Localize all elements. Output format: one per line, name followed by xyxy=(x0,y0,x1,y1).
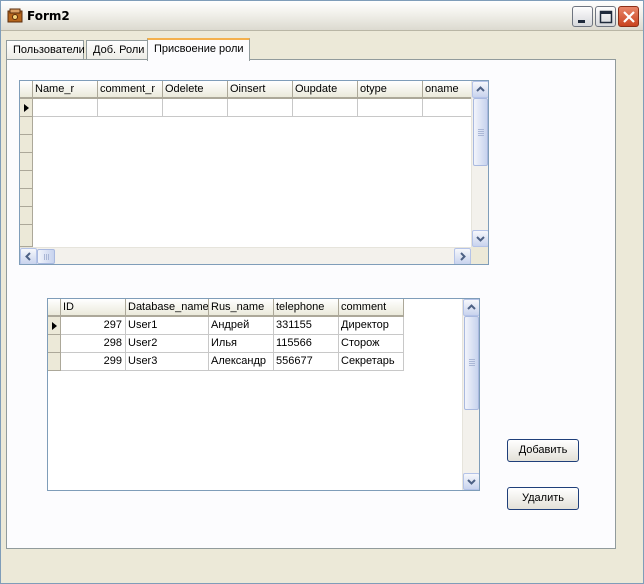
close-icon xyxy=(623,11,635,23)
tab-page-assign-role: Name_r comment_r Odelete Oinsert Oupdate… xyxy=(6,59,616,549)
grid-cell-comment[interactable]: Секретарь xyxy=(339,353,404,371)
row-indicator xyxy=(20,135,33,153)
users-grid-header: ID Database_name Rus_name telephone comm… xyxy=(48,299,408,317)
grid-cell[interactable] xyxy=(33,99,98,117)
roles-grid-header: Name_r comment_r Odelete Oinsert Oupdate… xyxy=(20,81,475,99)
scroll-right-button[interactable] xyxy=(454,248,471,264)
scroll-thumb[interactable] xyxy=(473,98,488,166)
grid-cell[interactable] xyxy=(293,99,358,117)
scroll-down-button[interactable] xyxy=(472,230,488,247)
grid-cell-comment[interactable]: Директор xyxy=(339,317,404,335)
column-header[interactable]: otype xyxy=(358,81,423,99)
scroll-thumb[interactable] xyxy=(464,316,479,410)
tab-label: Присвоение роли xyxy=(154,43,244,55)
tab-add-roles[interactable]: Доб. Роли xyxy=(86,40,148,60)
grid-cell-database-name[interactable]: User3 xyxy=(126,353,209,371)
table-row[interactable]: 297 User1 Андрей 331155 Директор xyxy=(48,317,404,335)
users-grid[interactable]: ID Database_name Rus_name telephone comm… xyxy=(47,298,480,491)
column-header[interactable]: comment xyxy=(339,299,404,317)
grid-cell-telephone[interactable]: 115566 xyxy=(274,335,339,353)
row-indicator[interactable] xyxy=(48,353,61,371)
arrow-up-icon xyxy=(476,86,485,92)
table-row[interactable] xyxy=(20,99,475,117)
grid-cell[interactable] xyxy=(163,99,228,117)
grid-cell-database-name[interactable]: User2 xyxy=(126,335,209,353)
column-header[interactable]: Odelete xyxy=(163,81,228,99)
current-row-arrow-icon xyxy=(24,104,29,112)
row-indicator xyxy=(20,189,33,207)
tab-users[interactable]: Пользователи xyxy=(6,40,85,60)
scroll-thumb[interactable] xyxy=(37,249,55,264)
column-header[interactable]: comment_r xyxy=(98,81,163,99)
form2-window: Form2 Пользователи Доб. Роли Присвоение … xyxy=(0,0,644,584)
column-header[interactable]: Rus_name xyxy=(209,299,274,317)
tab-assign-role[interactable]: Присвоение роли xyxy=(147,38,250,61)
grid-cell-rus-name[interactable]: Александр xyxy=(209,353,274,371)
table-row[interactable]: 298 User2 Илья 115566 Сторож xyxy=(48,335,404,353)
window-title: Form2 xyxy=(27,9,70,23)
tab-label: Пользователи xyxy=(13,44,85,56)
scroll-down-button[interactable] xyxy=(463,473,479,490)
app-icon xyxy=(7,8,23,24)
grid-cell-rus-name[interactable]: Андрей xyxy=(209,317,274,335)
arrow-down-icon xyxy=(467,479,476,485)
grid-cell[interactable] xyxy=(228,99,293,117)
tab-label: Доб. Роли xyxy=(93,44,145,56)
grid-cell-id[interactable]: 299 xyxy=(61,353,126,371)
grid-cell[interactable] xyxy=(358,99,423,117)
column-header[interactable]: Oinsert xyxy=(228,81,293,99)
column-header[interactable]: Name_r xyxy=(33,81,98,99)
maximize-button[interactable] xyxy=(595,6,616,27)
grid-cell-comment[interactable]: Сторож xyxy=(339,335,404,353)
arrow-left-icon xyxy=(25,252,31,261)
row-indicator xyxy=(20,153,33,171)
current-row-arrow-icon xyxy=(52,322,57,330)
row-indicator[interactable] xyxy=(48,317,61,335)
row-indicator xyxy=(20,117,33,135)
grid-cell-id[interactable]: 297 xyxy=(61,317,126,335)
scroll-corner xyxy=(471,247,488,264)
grid-cell-telephone[interactable]: 556677 xyxy=(274,353,339,371)
grid-cell-id[interactable]: 298 xyxy=(61,335,126,353)
vertical-scrollbar[interactable] xyxy=(462,299,479,490)
close-button[interactable] xyxy=(618,6,639,27)
row-indicator[interactable] xyxy=(48,335,61,353)
grid-cell[interactable] xyxy=(423,99,475,117)
grid-cell-telephone[interactable]: 331155 xyxy=(274,317,339,335)
column-header[interactable]: telephone xyxy=(274,299,339,317)
title-bar[interactable]: Form2 xyxy=(1,1,643,31)
scroll-up-button[interactable] xyxy=(472,81,488,98)
row-indicator xyxy=(20,207,33,225)
horizontal-scrollbar[interactable] xyxy=(20,247,471,264)
grid-cell[interactable] xyxy=(98,99,163,117)
minimize-button[interactable] xyxy=(572,6,593,27)
column-header[interactable]: oname xyxy=(423,81,475,99)
scroll-up-button[interactable] xyxy=(463,299,479,316)
column-header[interactable]: ID xyxy=(61,299,126,317)
row-indicator xyxy=(20,171,33,189)
row-indicator[interactable] xyxy=(20,99,33,117)
arrow-up-icon xyxy=(467,304,476,310)
vertical-scrollbar[interactable] xyxy=(471,81,488,247)
scroll-left-button[interactable] xyxy=(20,248,37,264)
grid-cell-rus-name[interactable]: Илья xyxy=(209,335,274,353)
add-button[interactable]: Добавить xyxy=(507,439,579,462)
roles-grid[interactable]: Name_r comment_r Odelete Oinsert Oupdate… xyxy=(19,80,489,265)
arrow-down-icon xyxy=(476,236,485,242)
row-indicator xyxy=(20,225,33,247)
grid-cell-database-name[interactable]: User1 xyxy=(126,317,209,335)
maximize-icon xyxy=(599,10,613,24)
corner-cell xyxy=(20,81,33,99)
table-row[interactable]: 299 User3 Александр 556677 Секретарь xyxy=(48,353,404,371)
column-header[interactable]: Database_name xyxy=(126,299,209,317)
arrow-right-icon xyxy=(460,252,466,261)
minimize-icon xyxy=(578,20,585,23)
column-header[interactable]: Oupdate xyxy=(293,81,358,99)
delete-button[interactable]: Удалить xyxy=(507,487,579,510)
corner-cell xyxy=(48,299,61,317)
